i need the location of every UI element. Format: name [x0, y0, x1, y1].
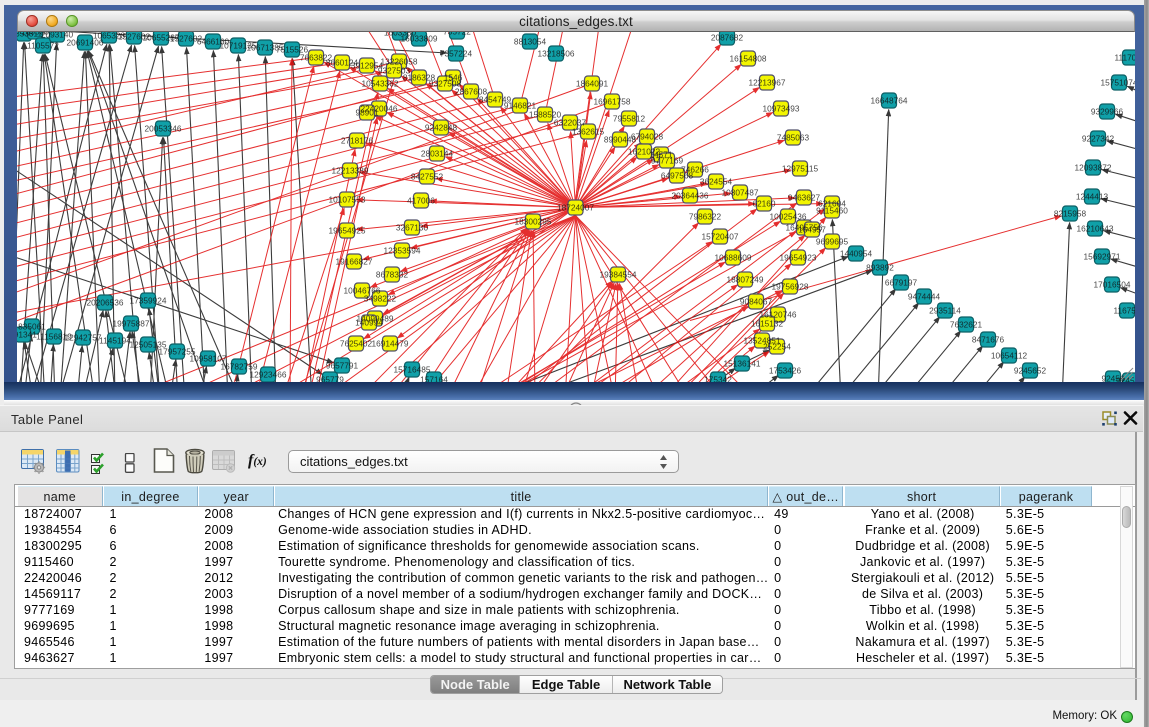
- svg-text:16154808: 16154808: [730, 53, 767, 63]
- svg-text:140994: 140994: [355, 317, 383, 327]
- svg-text:9242848: 9242848: [425, 122, 458, 132]
- svg-text:1117049: 1117049: [1114, 52, 1135, 62]
- svg-text:7986322: 7986322: [689, 211, 722, 221]
- svg-text:10807487: 10807487: [722, 187, 759, 197]
- svg-text:1440954: 1440954: [840, 248, 873, 258]
- svg-text:6497568: 6497568: [661, 170, 694, 180]
- svg-text:6679197: 6679197: [885, 277, 918, 287]
- svg-text:10973493: 10973493: [763, 103, 800, 113]
- svg-text:965779: 965779: [316, 374, 344, 382]
- svg-text:1145194: 1145194: [99, 335, 131, 345]
- svg-text:1105572: 1105572: [27, 40, 59, 50]
- svg-text:735722: 735722: [443, 32, 471, 36]
- svg-text:9777169: 9777169: [651, 155, 684, 165]
- svg-text:9657791: 9657791: [326, 360, 359, 370]
- svg-text:2087682: 2087682: [711, 32, 744, 42]
- svg-text:1753426: 1753426: [769, 365, 802, 375]
- svg-text:7625402: 7625402: [340, 338, 373, 348]
- svg-text:116753: 116753: [1113, 305, 1135, 315]
- svg-text:7632621: 7632621: [950, 319, 983, 329]
- svg-text:1864091: 1864091: [576, 78, 609, 88]
- svg-text:15720407: 15720407: [702, 231, 739, 241]
- svg-text:10543362: 10543362: [362, 78, 399, 88]
- svg-text:175342: 175342: [704, 374, 732, 382]
- svg-text:9463627: 9463627: [788, 192, 821, 202]
- svg-text:2803144: 2803144: [421, 148, 454, 158]
- svg-text:157164: 157164: [420, 374, 448, 382]
- svg-text:17359924: 17359924: [130, 295, 167, 305]
- svg-text:62160: 62160: [752, 198, 775, 208]
- svg-text:16961758: 16961758: [594, 96, 631, 106]
- svg-text:3624554: 3624554: [700, 176, 733, 186]
- svg-text:9474444: 9474444: [908, 291, 941, 301]
- svg-text:15136141: 15136141: [724, 358, 761, 368]
- svg-text:12942757: 12942757: [65, 332, 102, 342]
- svg-text:20364436: 20364436: [672, 190, 709, 200]
- svg-text:16648764: 16648764: [871, 95, 908, 105]
- svg-text:13218506: 13218506: [538, 48, 575, 58]
- svg-text:164957: 164957: [798, 224, 826, 234]
- svg-text:7485063: 7485063: [777, 132, 810, 142]
- svg-text:252254: 252254: [763, 341, 791, 351]
- svg-text:12213967: 12213967: [749, 77, 786, 87]
- svg-text:9245652: 9245652: [1014, 365, 1047, 375]
- svg-text:12975115: 12975115: [782, 163, 819, 173]
- svg-text:16210643: 16210643: [1077, 223, 1114, 233]
- svg-text:12923466: 12923466: [250, 369, 287, 379]
- svg-text:3498222: 3498222: [364, 293, 397, 303]
- svg-text:1615132: 1615132: [751, 318, 784, 328]
- svg-text:2718176: 2718176: [341, 135, 374, 145]
- svg-text:8471676: 8471676: [972, 334, 1005, 344]
- svg-text:20053346: 20053346: [145, 123, 182, 133]
- svg-text:1244413: 1244413: [1076, 191, 1109, 201]
- svg-text:15751074: 15751074: [1101, 77, 1135, 87]
- svg-text:98901: 98901: [355, 107, 378, 117]
- svg-text:8678332: 8678332: [376, 269, 409, 279]
- svg-text:417006: 417006: [407, 195, 435, 205]
- svg-text:17016504: 17016504: [1094, 279, 1131, 289]
- svg-text:16033809: 16033809: [401, 33, 438, 43]
- svg-text:18807249: 18807249: [727, 274, 764, 284]
- svg-text:19166827: 19166827: [336, 256, 373, 266]
- svg-text:9329966: 9329966: [1091, 106, 1124, 116]
- svg-text:7357224: 7357224: [440, 48, 473, 58]
- svg-text:6794028: 6794028: [631, 131, 664, 141]
- svg-text:8813054: 8813054: [514, 36, 547, 46]
- svg-text:8427552: 8427552: [411, 171, 444, 181]
- svg-text:1362615: 1362615: [572, 126, 605, 136]
- svg-text:15692971: 15692971: [1084, 251, 1121, 261]
- svg-text:12353594: 12353594: [384, 245, 421, 255]
- svg-text:15716485: 15716485: [394, 364, 431, 374]
- svg-text:12213389: 12213389: [332, 165, 369, 175]
- svg-text:12093872: 12093872: [1075, 162, 1112, 172]
- svg-text:2935114: 2935114: [929, 305, 961, 315]
- svg-text:10688609: 10688609: [715, 252, 752, 262]
- svg-text:9699695: 9699695: [816, 236, 849, 246]
- svg-text:3267130: 3267130: [396, 222, 429, 232]
- svg-text:18300295: 18300295: [515, 216, 552, 226]
- svg-text:10107553: 10107553: [329, 194, 366, 204]
- svg-text:391341: 391341: [17, 329, 37, 339]
- svg-text:19975887: 19975887: [113, 318, 150, 328]
- svg-text:19654925: 19654925: [329, 225, 366, 235]
- svg-text:893892: 893892: [866, 262, 894, 272]
- svg-text:16914479: 16914479: [372, 338, 409, 348]
- svg-text:19384554: 19384554: [600, 269, 637, 279]
- svg-text:9084067: 9084067: [740, 296, 773, 306]
- svg-text:8215958: 8215958: [1054, 208, 1087, 218]
- svg-text:19756928: 19756928: [772, 281, 809, 291]
- svg-text:92456: 92456: [1101, 373, 1124, 382]
- svg-text:9227342: 9227342: [1082, 133, 1115, 143]
- svg-text:10025436: 10025436: [770, 211, 807, 221]
- svg-text:7955812: 7955812: [613, 113, 646, 123]
- svg-text:9115460: 9115460: [816, 205, 848, 215]
- svg-text:20206536: 20206536: [87, 297, 124, 307]
- svg-text:10654112: 10654112: [991, 350, 1028, 360]
- svg-text:19654923: 19654923: [780, 252, 817, 262]
- svg-text:18724007: 18724007: [557, 202, 594, 212]
